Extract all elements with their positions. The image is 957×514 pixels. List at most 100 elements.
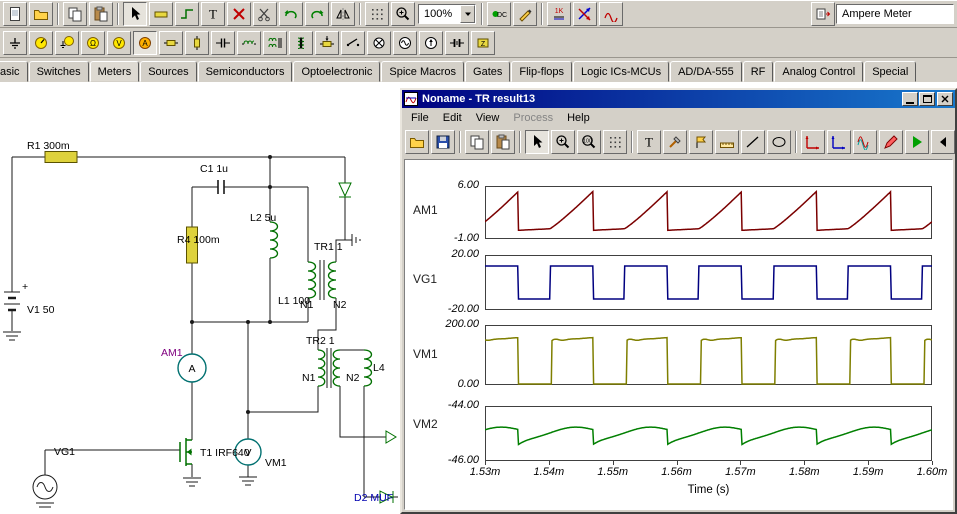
x-axis-button[interactable]	[801, 130, 825, 154]
annotate-button[interactable]	[879, 130, 903, 154]
tab-optoelectronic[interactable]: Optoelectronic	[293, 61, 381, 82]
tab-asic[interactable]: asic	[0, 61, 28, 82]
ampere-meter-component[interactable]: A	[133, 30, 157, 55]
open-button[interactable]	[405, 130, 429, 154]
inductor-component[interactable]	[237, 30, 261, 55]
schematic-label[interactable]: L2 5u	[250, 212, 276, 224]
last-component-button[interactable]	[149, 2, 173, 26]
zoom-fit-button[interactable]	[365, 2, 389, 26]
cut-button[interactable]	[253, 2, 277, 26]
component-T1-mosfet[interactable]	[179, 438, 192, 466]
cursor-tool-button[interactable]	[525, 130, 549, 154]
paste-button[interactable]	[491, 130, 515, 154]
tic-probe-button[interactable]: 1K	[547, 2, 571, 26]
battery-component[interactable]	[445, 30, 469, 55]
voltmeter-component[interactable]: V	[107, 30, 131, 55]
jumper-component[interactable]	[185, 30, 209, 55]
schematic-label[interactable]: AM1	[161, 347, 183, 359]
autoscale-curves-button[interactable]	[853, 130, 877, 154]
component-VG1-generator[interactable]	[32, 474, 58, 500]
ground-component[interactable]	[3, 30, 27, 55]
zoom-100-button[interactable]: 100	[577, 130, 601, 154]
resistor-component[interactable]	[159, 30, 183, 55]
tab-spice-macros[interactable]: Spice Macros	[381, 61, 465, 82]
schematic-label[interactable]: C1 1u	[200, 163, 228, 175]
plot-VG1[interactable]	[485, 255, 932, 310]
coupled-inductors-component[interactable]	[263, 30, 287, 55]
dc-interactive-button[interactable]: DC	[487, 2, 511, 26]
schematic-label[interactable]: A	[188, 363, 195, 375]
probe-tool-button[interactable]	[663, 130, 687, 154]
component-L4-inductor[interactable]	[363, 349, 373, 387]
zoom-in-button[interactable]	[391, 2, 415, 26]
copy-button[interactable]	[465, 130, 489, 154]
schematic-label[interactable]: N1	[302, 372, 316, 384]
schematic-label[interactable]: T1 IRF640	[200, 447, 250, 459]
schematic-label[interactable]: +	[22, 281, 28, 293]
minimize-button[interactable]	[902, 92, 918, 106]
tab-analog-control[interactable]: Analog Control	[774, 61, 864, 82]
schematic-label[interactable]: TR1 1	[314, 241, 343, 253]
plot-VM2[interactable]	[485, 406, 932, 461]
paste-button[interactable]	[89, 2, 113, 26]
interactive-mode-button[interactable]	[513, 2, 537, 26]
component-V1-battery[interactable]	[4, 288, 20, 316]
schematic-label[interactable]: R4 100m	[177, 234, 220, 246]
schematic-label[interactable]: R1 300m	[27, 140, 70, 152]
marker-tool-button[interactable]	[689, 130, 713, 154]
prev-page-button[interactable]	[931, 130, 955, 154]
component-R1-resistor[interactable]	[44, 151, 78, 163]
tab-logic-ics-mcus[interactable]: Logic ICs-MCUs	[573, 61, 670, 82]
component-C1-capacitor[interactable]	[217, 180, 225, 194]
schematic-label[interactable]: D2 MUF	[354, 492, 393, 504]
impedance-component[interactable]: Z	[471, 30, 495, 55]
tab-sources[interactable]: Sources	[140, 61, 197, 82]
io-signal-button[interactable]	[573, 2, 597, 26]
result-window-titlebar[interactable]: Noname - TR result13	[402, 90, 955, 108]
current-generator-component[interactable]	[419, 30, 443, 55]
schematic-label[interactable]: N2	[333, 299, 347, 311]
zoom-level-select[interactable]: 100%	[418, 4, 476, 24]
menu-view[interactable]: View	[469, 110, 507, 126]
plot-VM1[interactable]	[485, 325, 932, 385]
menu-edit[interactable]: Edit	[436, 110, 469, 126]
tab-special[interactable]: Special	[864, 61, 917, 82]
tab-rf[interactable]: RF	[742, 61, 774, 82]
ohmmeter-component[interactable]: Ω	[81, 30, 105, 55]
tab-flip-flops[interactable]: Flip-flops	[511, 61, 573, 82]
new-file-button[interactable]	[3, 2, 27, 26]
schematic-label[interactable]: TR2 1	[306, 335, 335, 347]
mirror-button[interactable]	[331, 2, 355, 26]
close-button[interactable]	[937, 92, 953, 106]
text-tool-button[interactable]: T	[637, 130, 661, 154]
line-tool-button[interactable]	[741, 130, 765, 154]
save-button[interactable]	[431, 130, 455, 154]
tab-semiconductors[interactable]: Semiconductors	[197, 61, 293, 82]
run-button[interactable]	[905, 130, 929, 154]
wire-tool-button[interactable]	[175, 2, 199, 26]
rotate-right-button[interactable]	[305, 2, 329, 26]
chevron-down-icon[interactable]	[460, 5, 475, 23]
menu-file[interactable]: File	[404, 110, 436, 126]
component-TR1-transformer[interactable]	[307, 260, 337, 300]
find-component-button[interactable]	[811, 2, 835, 26]
ellipse-tool-button[interactable]	[767, 130, 791, 154]
component-D1-diode[interactable]	[338, 182, 352, 198]
menu-help[interactable]: Help	[560, 110, 597, 126]
switch-component[interactable]	[341, 30, 365, 55]
rotate-left-button[interactable]	[279, 2, 303, 26]
schematic-label[interactable]: V1 50	[27, 304, 55, 316]
grid-toggle-button[interactable]	[603, 130, 627, 154]
schematic-label[interactable]: N2	[346, 372, 360, 384]
schematic-label[interactable]: VM1	[265, 457, 287, 469]
schematic-label[interactable]: V	[244, 447, 251, 459]
zoom-in-button[interactable]	[551, 130, 575, 154]
transformer-component[interactable]	[289, 30, 313, 55]
delete-button[interactable]	[227, 2, 251, 26]
schematic-label[interactable]: N1	[300, 299, 314, 311]
ground-meter-component[interactable]	[55, 30, 79, 55]
lamp-component[interactable]	[367, 30, 391, 55]
potentiometer-component[interactable]	[315, 30, 339, 55]
component-L2-inductor[interactable]	[269, 221, 279, 259]
schematic-label[interactable]: L4	[373, 362, 385, 374]
